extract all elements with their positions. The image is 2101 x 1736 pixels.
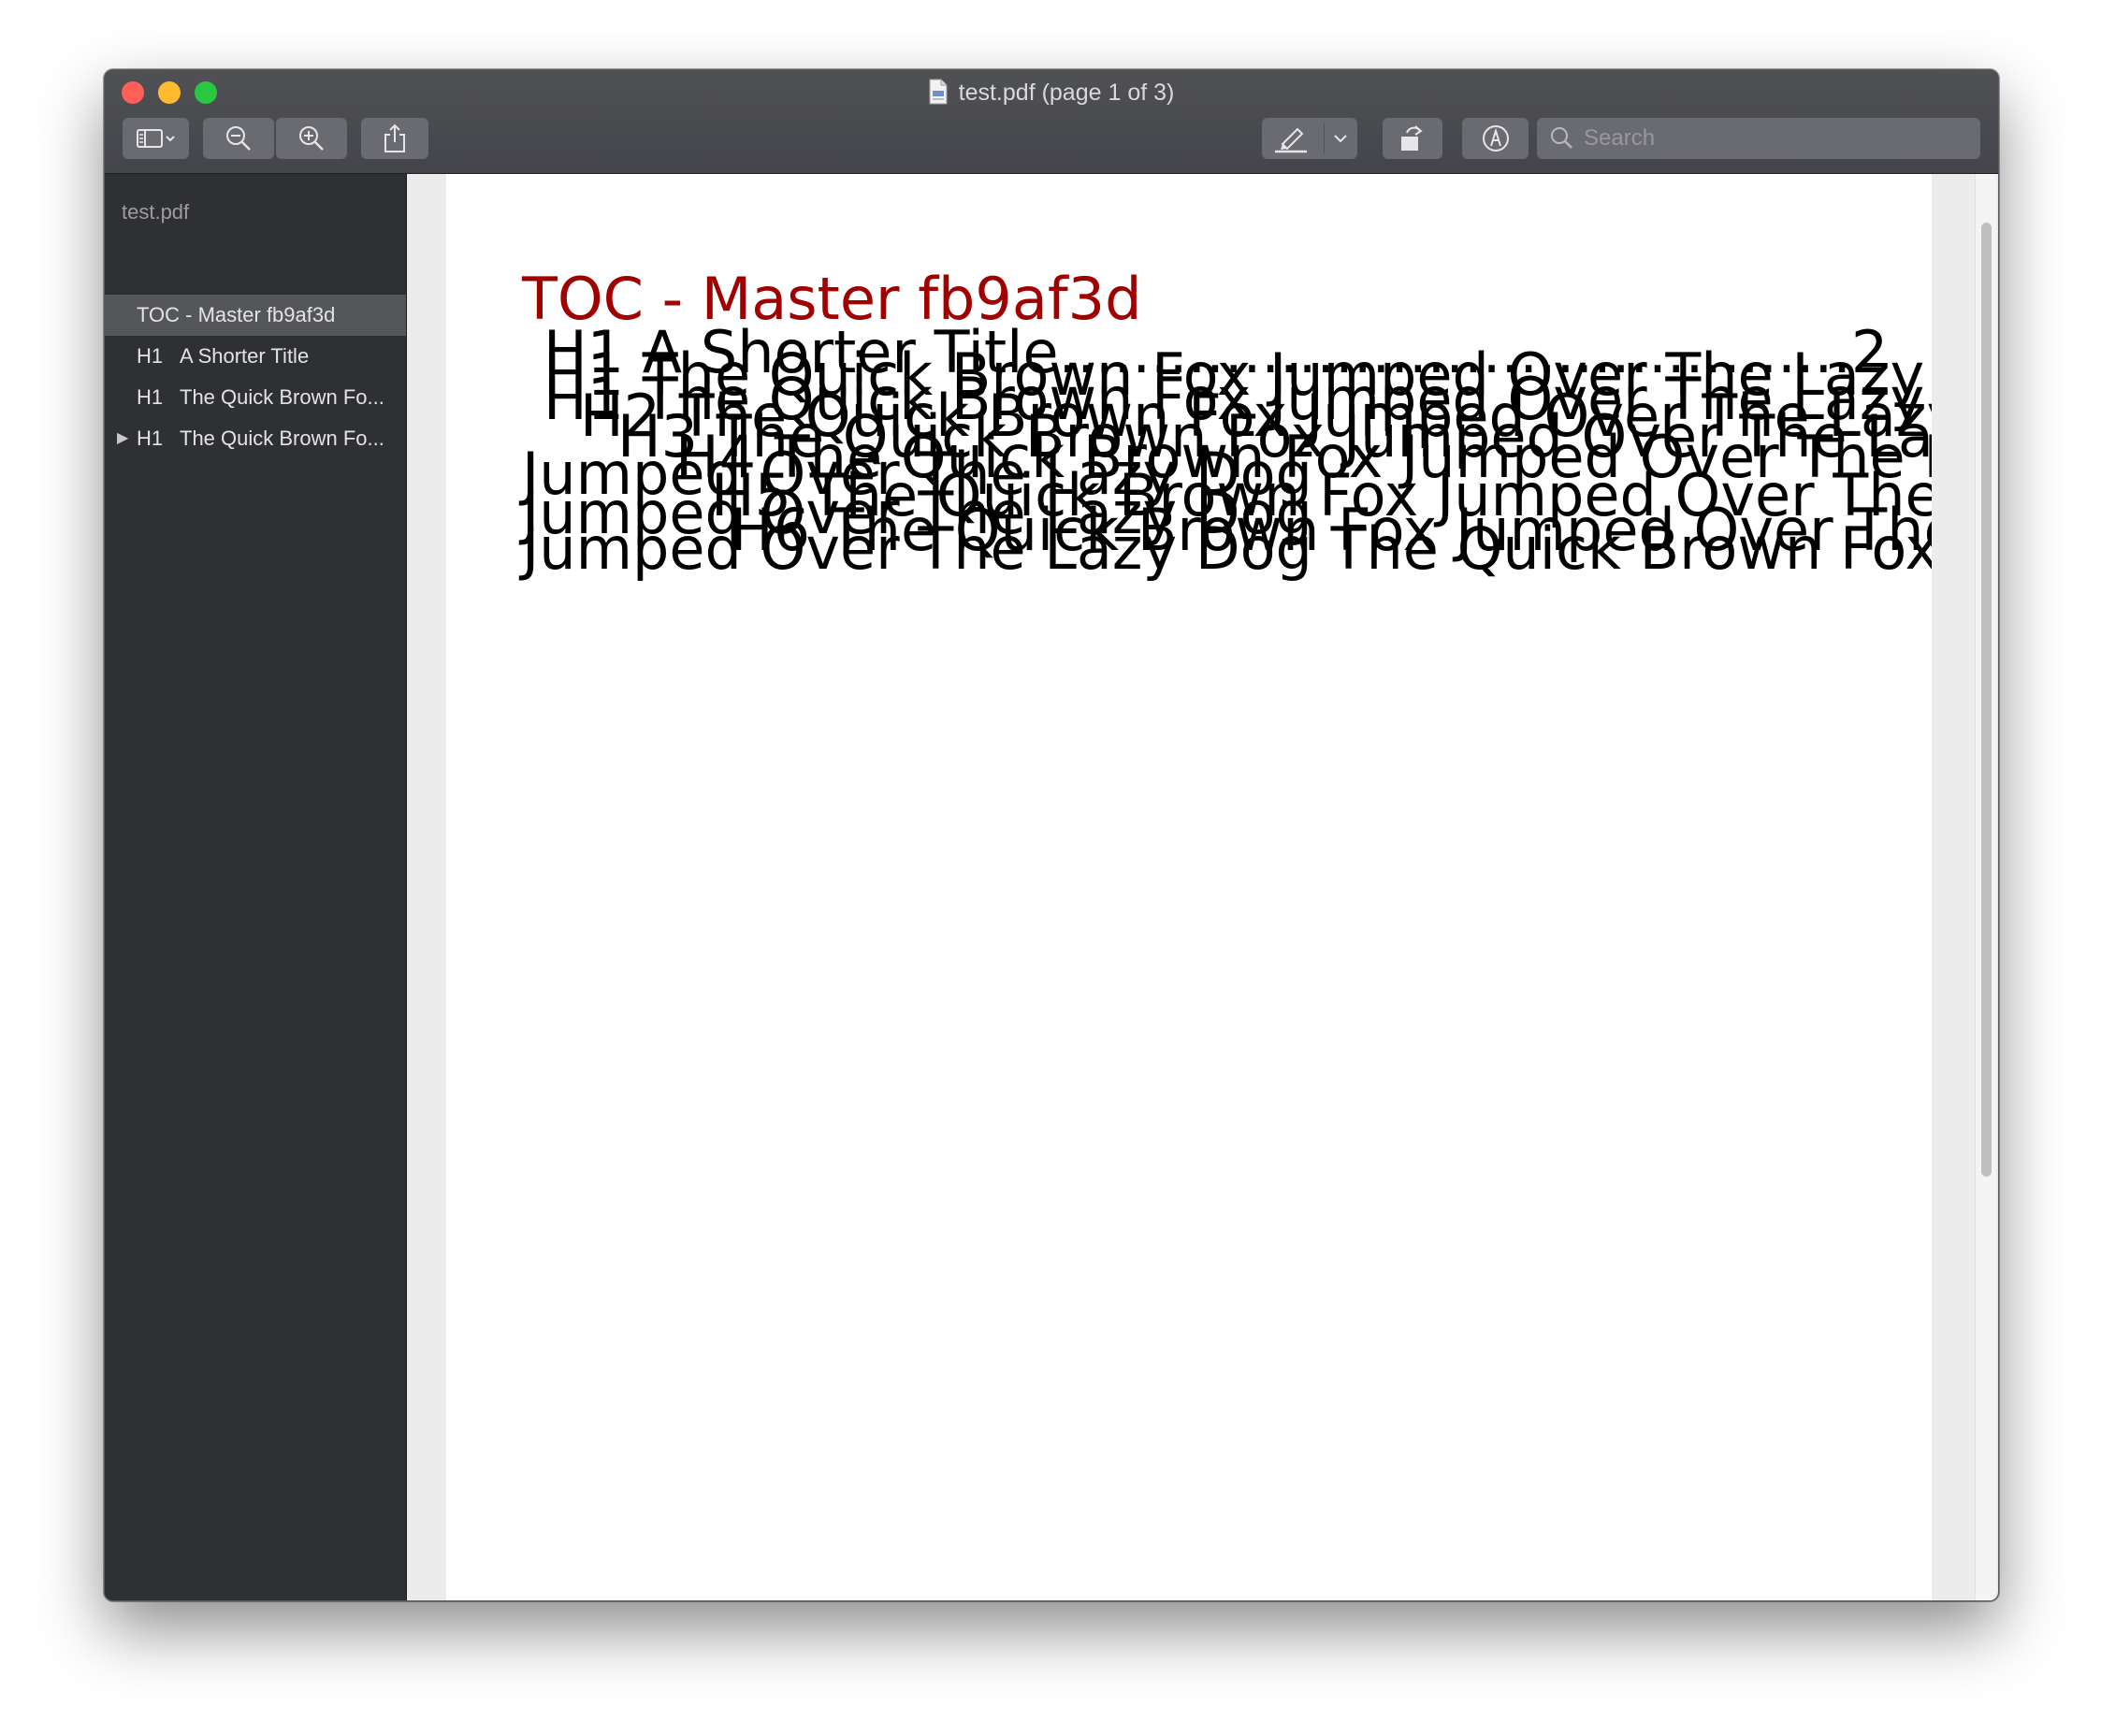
sidebar-item-a-shorter-title[interactable]: H1 A Shorter Title: [105, 336, 406, 377]
sidebar-toggle-button[interactable]: [123, 118, 189, 159]
pdf-document-icon: [929, 79, 948, 105]
window-title-area: test.pdf (page 1 of 3): [105, 78, 1998, 108]
outline-sidebar: test.pdf TOC - Master fb9af3d H1 A Short…: [105, 174, 407, 1600]
window-title: test.pdf (page 1 of 3): [958, 80, 1175, 106]
markup-toolbar-button[interactable]: [1462, 118, 1529, 159]
search-field[interactable]: [1537, 118, 1980, 159]
search-input[interactable]: [1582, 124, 1960, 152]
pdf-page: TOC - Master fb9af3d H1 A Shorter Title.…: [446, 174, 1932, 1600]
rotate-icon: [1401, 125, 1423, 151]
sidebar-item-level: H1: [137, 344, 164, 368]
title-bar: test.pdf (page 1 of 3): [105, 70, 1998, 174]
disclosure-triangle-icon[interactable]: ▶: [117, 418, 128, 459]
document-view[interactable]: TOC - Master fb9af3d H1 A Shorter Title.…: [407, 174, 1998, 1600]
zoom-out-button[interactable]: [203, 118, 274, 159]
zoom-in-icon: [299, 126, 324, 151]
sidebar-item-label: The Quick Brown Fo...: [180, 427, 384, 450]
sidebar-item-level: H1: [137, 385, 164, 409]
preview-window: test.pdf (page 1 of 3) Search test.pdf T…: [104, 69, 1999, 1601]
sidebar-item-label: TOC - Master fb9af3d: [137, 303, 336, 326]
share-button[interactable]: [361, 118, 428, 159]
sidebar-item-quick-brown-fox-2[interactable]: ▶ H1 The Quick Brown Fo...: [105, 418, 406, 459]
vertical-scrollbar-thumb[interactable]: [1981, 223, 1992, 1177]
zoom-out-icon: [226, 126, 251, 151]
markup-divider: [1324, 123, 1325, 153]
sidebar-item-quick-brown-fox-1[interactable]: H1 The Quick Brown Fo...: [105, 377, 406, 418]
markup-highlight-button[interactable]: [1262, 118, 1357, 159]
zoom-in-button[interactable]: [276, 118, 347, 159]
sidebar-item-level: H1: [137, 427, 164, 450]
share-icon: [384, 123, 405, 152]
highlighter-icon: [1275, 127, 1307, 153]
sidebar-icon: [136, 129, 175, 148]
toc-wrap-line-3: Jumped Over The Lazy Dog The Quick Brown…: [522, 514, 1932, 583]
search-icon: [1551, 127, 1572, 149]
chevron-down-icon[interactable]: [1331, 132, 1350, 145]
rotate-button[interactable]: [1383, 118, 1442, 159]
sidebar-item-label: A Shorter Title: [180, 344, 310, 368]
markup-pen-icon: [1482, 125, 1509, 152]
sidebar-item-toc[interactable]: TOC - Master fb9af3d: [105, 295, 406, 336]
sidebar-item-label: The Quick Brown Fo...: [180, 385, 384, 409]
sidebar-file-name: test.pdf: [122, 200, 190, 224]
